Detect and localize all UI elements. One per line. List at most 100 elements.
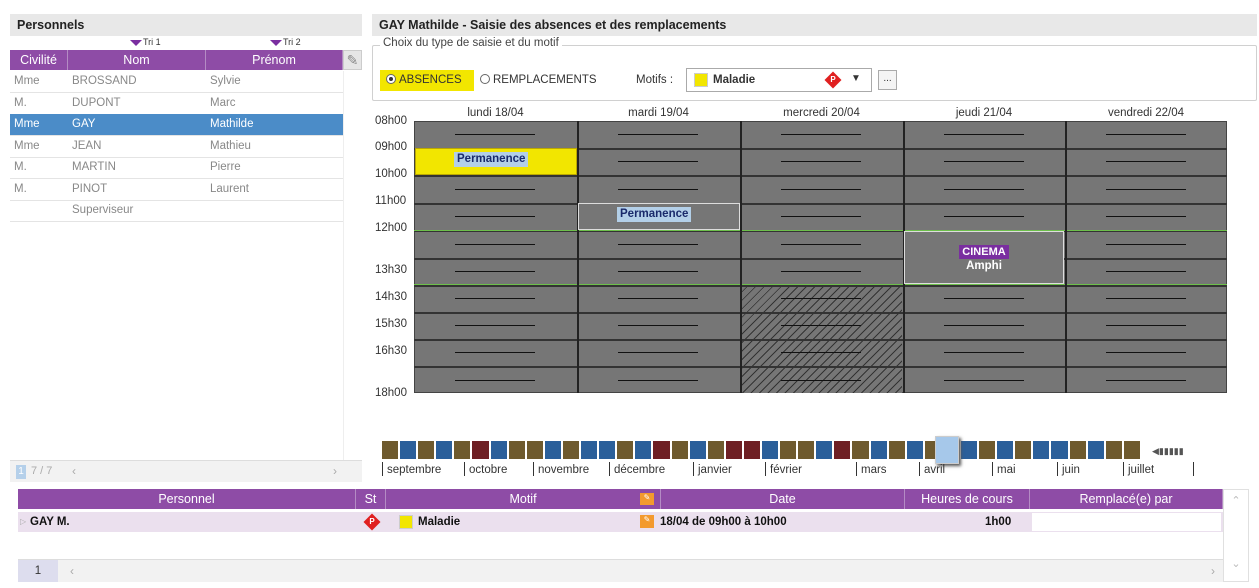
grid-day-line	[740, 121, 742, 393]
timeline-week[interactable]	[435, 440, 454, 460]
timeline-week[interactable]	[996, 440, 1015, 460]
col-st[interactable]: St	[356, 489, 386, 509]
month-label[interactable]: novembre	[538, 464, 589, 476]
expand-icon[interactable]: ▷	[20, 517, 26, 526]
timeline-week[interactable]	[797, 440, 816, 460]
timeline-week[interactable]	[471, 440, 490, 460]
slot-dash	[455, 134, 535, 135]
scroll-right-icon[interactable]: ›	[333, 464, 337, 478]
col-prenom[interactable]: Prénom	[206, 50, 343, 70]
personnel-row-selected[interactable]: Mme GAY Mathilde	[10, 114, 343, 136]
month-label[interactable]: avril	[924, 464, 945, 476]
timeline-week[interactable]	[652, 440, 671, 460]
month-label[interactable]: mars	[861, 464, 887, 476]
timeline-week[interactable]	[598, 440, 617, 460]
month-label[interactable]: février	[770, 464, 802, 476]
personnel-row[interactable]: M. PINOT Laurent	[10, 179, 343, 201]
timeline-week[interactable]	[1014, 440, 1033, 460]
timeline-week[interactable]	[1104, 440, 1123, 460]
month-label[interactable]: décembre	[614, 464, 665, 476]
scroll-right-icon[interactable]: ›	[1211, 564, 1215, 578]
slot-dash	[1106, 244, 1186, 245]
month-label[interactable]: octobre	[469, 464, 507, 476]
month-label[interactable]: juin	[1062, 464, 1080, 476]
scroll-down-icon[interactable]: ⌄	[1224, 557, 1248, 570]
personnel-row[interactable]: M. MARTIN Pierre	[10, 157, 343, 179]
timeline-week[interactable]	[1086, 440, 1105, 460]
radio-remplacements[interactable]: REMPLACEMENTS	[480, 70, 597, 91]
remplace-field[interactable]	[1032, 513, 1221, 531]
scroll-left-icon[interactable]: ‹	[72, 464, 76, 478]
timeline-zoom-icon[interactable]: ◀▮▮▮▮▮	[1152, 446, 1184, 457]
motif-select[interactable]: Maladie P ▼	[686, 68, 872, 92]
timeline-week[interactable]	[851, 440, 870, 460]
timeline-week[interactable]	[1032, 440, 1051, 460]
col-remplace[interactable]: Remplacé(e) par	[1030, 489, 1223, 509]
radio-absences[interactable]: ABSENCES	[380, 70, 474, 91]
scroll-up-icon[interactable]: ⌃	[1224, 494, 1248, 507]
timeline-week[interactable]	[1122, 440, 1141, 460]
personnels-vscroll[interactable]	[343, 71, 362, 461]
timeline-week[interactable]	[869, 440, 888, 460]
col-personnel[interactable]: Personnel	[18, 489, 356, 509]
timeline-week[interactable]	[1050, 440, 1069, 460]
slot-dash	[455, 352, 535, 353]
timeline-week[interactable]	[507, 440, 526, 460]
table-vscroll[interactable]: ⌃ ⌄	[1223, 489, 1249, 582]
scroll-left-icon[interactable]: ‹	[70, 564, 74, 578]
personnel-row[interactable]: Mme JEAN Mathieu	[10, 136, 343, 158]
col-motif[interactable]: Motif	[386, 489, 661, 509]
timeline-week[interactable]	[580, 440, 599, 460]
event-permanence-absent[interactable]: Permanence	[415, 148, 577, 175]
wrench-icon[interactable]: ✎	[343, 50, 362, 70]
timeline-week[interactable]	[543, 440, 562, 460]
slot-dash	[1106, 380, 1186, 381]
timeline-week[interactable]	[381, 440, 400, 460]
personnel-row[interactable]: Mme BROSSAND Sylvie	[10, 71, 343, 93]
timeline-week[interactable]	[779, 440, 798, 460]
sort-2[interactable]: Tri 2	[270, 37, 301, 47]
year-timeline[interactable]	[381, 440, 1141, 460]
event-permanence[interactable]: Permanence	[578, 203, 740, 230]
edit-note-icon[interactable]: ✎	[640, 515, 654, 528]
personnel-row[interactable]: Superviseur	[10, 200, 343, 222]
timeline-week[interactable]	[634, 440, 653, 460]
col-nom[interactable]: Nom	[68, 50, 206, 70]
event-cinema[interactable]: CINEMA Amphi	[904, 231, 1064, 284]
personnel-row[interactable]: M. DUPONT Marc	[10, 93, 343, 115]
month-label[interactable]: septembre	[387, 464, 441, 476]
col-civilite[interactable]: Civilité	[10, 50, 68, 70]
timeline-week[interactable]	[453, 440, 472, 460]
timeline-week[interactable]	[688, 440, 707, 460]
month-label[interactable]: janvier	[698, 464, 732, 476]
month-label[interactable]: mai	[997, 464, 1016, 476]
sort-1[interactable]: Tri 1	[130, 37, 161, 47]
timeline-week[interactable]	[742, 440, 761, 460]
page-number[interactable]: 1	[18, 560, 58, 582]
timeline-week[interactable]	[561, 440, 581, 460]
timeline-week[interactable]	[525, 440, 544, 460]
timeline-week[interactable]	[399, 440, 418, 460]
timeline-cursor[interactable]	[935, 436, 959, 464]
timeline-week[interactable]	[616, 440, 635, 460]
timeline-week[interactable]	[887, 440, 906, 460]
timeline-week[interactable]	[706, 440, 725, 460]
month-label[interactable]: juillet	[1128, 464, 1154, 476]
timeline-week[interactable]	[1068, 440, 1087, 460]
edit-icon[interactable]: ✎	[640, 493, 654, 505]
timeline-week[interactable]	[905, 440, 924, 460]
timeline-week[interactable]	[833, 440, 852, 460]
col-date[interactable]: Date	[661, 489, 905, 509]
timeline-week[interactable]	[815, 440, 834, 460]
col-heures[interactable]: Heures de cours	[905, 489, 1030, 509]
timeline-week[interactable]	[960, 440, 979, 460]
more-button[interactable]: ...	[878, 70, 897, 90]
grid-day-line	[577, 121, 579, 393]
timeline-week[interactable]	[670, 440, 689, 460]
timeline-week[interactable]	[489, 440, 508, 460]
timeline-week[interactable]	[760, 440, 780, 460]
timeline-week[interactable]	[417, 440, 436, 460]
timeline-week[interactable]	[724, 440, 743, 460]
timeline-week[interactable]	[978, 440, 997, 460]
personnels-title: Personnels	[10, 14, 362, 36]
